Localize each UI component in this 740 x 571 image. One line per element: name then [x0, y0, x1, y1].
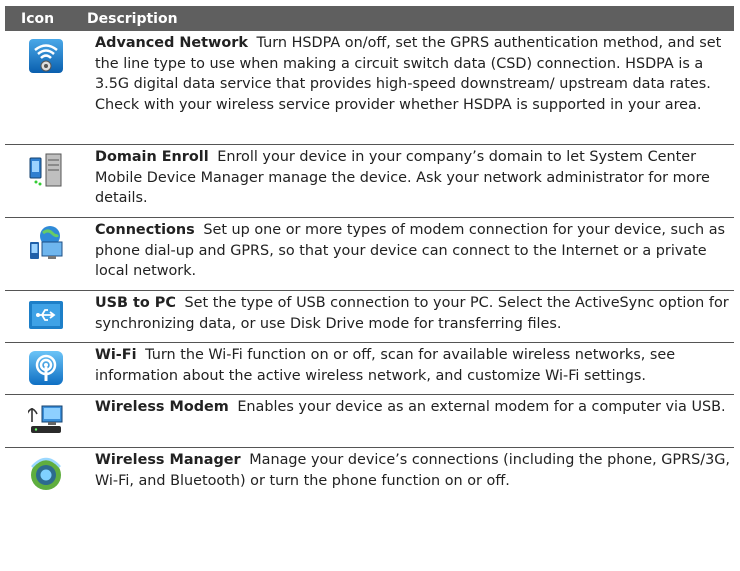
connections-icon — [30, 226, 63, 259]
row-title: Domain Enroll — [95, 149, 209, 165]
table-row: Wireless Manager Manage your device’s co… — [5, 448, 734, 508]
header-icon-label: Icon — [21, 10, 55, 27]
row-title: Advanced Network — [95, 35, 248, 51]
header-description-label: Description — [87, 10, 178, 27]
table-header: Icon Description — [5, 6, 734, 31]
row-title: Connections — [95, 222, 195, 238]
row-title: Wireless Manager — [95, 452, 241, 468]
table-row: Wireless Modem Enables your device as an… — [5, 395, 734, 448]
row-text: Enables your device as an external modem… — [237, 399, 726, 415]
domain-enroll-icon — [29, 153, 62, 187]
row-title: Wireless Modem — [95, 399, 229, 415]
table-row: Wi-Fi Turn the Wi-Fi function on or off,… — [5, 343, 734, 395]
wifi-icon — [29, 351, 63, 385]
row-text: Set the type of USB connection to your P… — [95, 295, 729, 332]
table-row: Connections Set up one or more types of … — [5, 218, 734, 291]
wireless-modem-icon — [28, 405, 63, 433]
row-text: Turn the Wi-Fi function on or off, scan … — [95, 347, 676, 384]
settings-table: Icon Description Advanced Network Turn H… — [5, 6, 734, 508]
row-title: Wi-Fi — [95, 347, 137, 363]
wireless-manager-icon — [31, 457, 61, 490]
advanced-network-icon — [29, 39, 63, 73]
table-row: Domain Enroll Enroll your device in your… — [5, 145, 734, 218]
row-title: USB to PC — [95, 295, 176, 311]
table-row: Advanced Network Turn HSDPA on/off, set … — [5, 31, 734, 145]
table-row: USB to PC Set the type of USB connection… — [5, 291, 734, 343]
usb-to-pc-icon — [29, 301, 63, 329]
